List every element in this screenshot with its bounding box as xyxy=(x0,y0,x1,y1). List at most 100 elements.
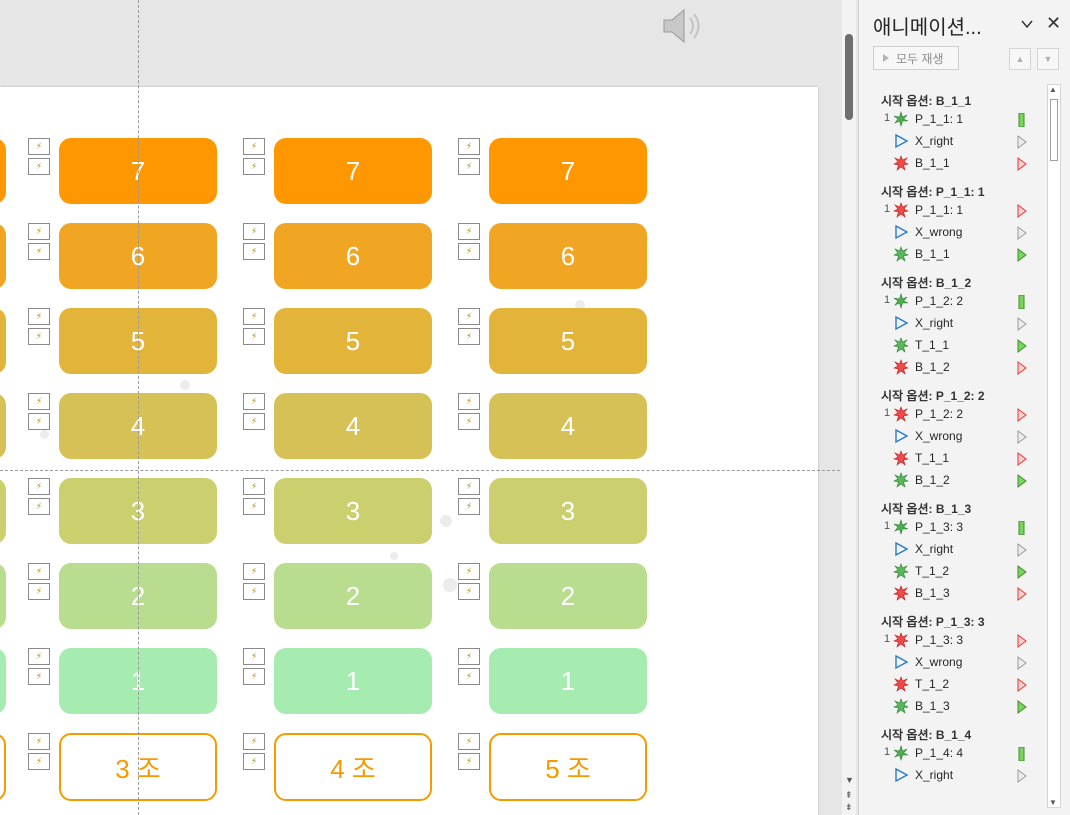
animation-item[interactable]: B_1_3 xyxy=(869,697,1047,717)
trigger-icon[interactable]: ⚡ xyxy=(243,413,265,430)
animation-item[interactable]: X_right xyxy=(869,314,1047,334)
trigger-icon[interactable]: ⚡ xyxy=(243,563,265,580)
timeline-marker-icon[interactable] xyxy=(1017,543,1027,557)
score-box-3[interactable]: 3 xyxy=(489,478,647,544)
score-box-6[interactable]: 6 xyxy=(274,223,432,289)
score-box-[interactable] xyxy=(0,648,6,714)
trigger-icon[interactable]: ⚡ xyxy=(243,583,265,600)
scroll-down-icon[interactable]: ▼ xyxy=(1049,798,1057,807)
trigger-icon[interactable]: ⚡ xyxy=(458,668,480,685)
trigger-icon[interactable]: ⚡ xyxy=(243,498,265,515)
animation-item[interactable]: T_1_1 xyxy=(869,336,1047,356)
score-box-1[interactable]: 1 xyxy=(274,648,432,714)
trigger-icon[interactable]: ⚡ xyxy=(243,308,265,325)
animation-item[interactable]: 1 P_1_3: 3 xyxy=(869,518,1047,538)
animation-item[interactable]: T_1_1 xyxy=(869,449,1047,469)
close-icon[interactable]: ✕ xyxy=(1046,14,1061,32)
trigger-icon[interactable]: ⚡ xyxy=(458,583,480,600)
team-label-box[interactable] xyxy=(0,733,6,801)
trigger-icon[interactable]: ⚡ xyxy=(243,393,265,410)
trigger-icon[interactable]: ⚡ xyxy=(458,498,480,515)
trigger-icon[interactable]: ⚡ xyxy=(243,223,265,240)
trigger-icon[interactable]: ⚡ xyxy=(243,668,265,685)
trigger-icon[interactable]: ⚡ xyxy=(28,413,50,430)
timeline-marker-icon[interactable] xyxy=(1017,408,1027,422)
animation-item[interactable]: B_1_3 xyxy=(869,584,1047,604)
scroll-down-icon[interactable]: ▼ xyxy=(845,775,854,785)
scroll-up-icon[interactable]: ▲ xyxy=(1049,85,1057,94)
trigger-icon[interactable]: ⚡ xyxy=(458,138,480,155)
timeline-marker-icon[interactable] xyxy=(1017,112,1027,128)
trigger-icon[interactable]: ⚡ xyxy=(458,308,480,325)
animation-item[interactable]: X_wrong xyxy=(869,653,1047,673)
chevron-down-icon[interactable] xyxy=(1019,16,1035,32)
score-box-[interactable] xyxy=(0,478,6,544)
move-up-button[interactable]: ▲ xyxy=(1009,48,1031,70)
animation-item[interactable]: X_wrong xyxy=(869,223,1047,243)
trigger-icon[interactable]: ⚡ xyxy=(28,243,50,260)
trigger-icon[interactable]: ⚡ xyxy=(458,648,480,665)
previous-slide-icon[interactable]: ⇞ xyxy=(845,790,853,801)
trigger-icon[interactable]: ⚡ xyxy=(458,563,480,580)
speaker-icon[interactable] xyxy=(660,6,708,46)
animation-item[interactable]: X_wrong xyxy=(869,427,1047,447)
timeline-marker-icon[interactable] xyxy=(1017,339,1027,353)
score-box-5[interactable]: 5 xyxy=(274,308,432,374)
score-box-[interactable] xyxy=(0,563,6,629)
animation-item[interactable]: 1 P_1_1: 1 xyxy=(869,201,1047,221)
trigger-icon[interactable]: ⚡ xyxy=(28,753,50,770)
score-box-7[interactable]: 7 xyxy=(274,138,432,204)
trigger-icon[interactable]: ⚡ xyxy=(458,413,480,430)
animation-item[interactable]: T_1_2 xyxy=(869,562,1047,582)
animation-item[interactable]: B_1_1 xyxy=(869,245,1047,265)
move-down-button[interactable]: ▼ xyxy=(1037,48,1059,70)
score-box-[interactable] xyxy=(0,393,6,459)
timeline-marker-icon[interactable] xyxy=(1017,520,1027,536)
trigger-group-heading[interactable]: 시작 옵션: P_1_2: 2 xyxy=(881,387,985,404)
pane-scrollbar-thumb[interactable] xyxy=(1050,99,1058,161)
editor-vertical-scrollbar[interactable]: ▼ ⇞ ⇟ xyxy=(842,0,856,815)
score-box-1[interactable]: 1 xyxy=(489,648,647,714)
animation-item[interactable]: B_1_2 xyxy=(869,358,1047,378)
trigger-icon[interactable]: ⚡ xyxy=(28,733,50,750)
trigger-icon[interactable]: ⚡ xyxy=(243,243,265,260)
trigger-icon[interactable]: ⚡ xyxy=(243,158,265,175)
play-all-button[interactable]: 모두 재생 xyxy=(873,46,959,70)
score-box-7[interactable]: 7 xyxy=(489,138,647,204)
trigger-icon[interactable]: ⚡ xyxy=(243,138,265,155)
pane-scrollbar[interactable]: ▲ ▼ xyxy=(1047,84,1061,808)
trigger-group-heading[interactable]: 시작 옵션: P_1_1: 1 xyxy=(881,183,985,200)
timeline-marker-icon[interactable] xyxy=(1017,248,1027,262)
timeline-marker-icon[interactable] xyxy=(1017,700,1027,714)
score-box-4[interactable]: 4 xyxy=(489,393,647,459)
team-label-box[interactable]: 5 조 xyxy=(489,733,647,801)
animation-item[interactable]: 1 P_1_2: 2 xyxy=(869,405,1047,425)
trigger-icon[interactable]: ⚡ xyxy=(28,393,50,410)
trigger-icon[interactable]: ⚡ xyxy=(243,328,265,345)
trigger-icon[interactable]: ⚡ xyxy=(458,223,480,240)
timeline-marker-icon[interactable] xyxy=(1017,746,1027,762)
trigger-icon[interactable]: ⚡ xyxy=(458,478,480,495)
timeline-marker-icon[interactable] xyxy=(1017,226,1027,240)
animation-item[interactable]: T_1_2 xyxy=(869,675,1047,695)
timeline-marker-icon[interactable] xyxy=(1017,204,1027,218)
trigger-icon[interactable]: ⚡ xyxy=(28,328,50,345)
timeline-marker-icon[interactable] xyxy=(1017,135,1027,149)
timeline-marker-icon[interactable] xyxy=(1017,474,1027,488)
trigger-icon[interactable]: ⚡ xyxy=(458,733,480,750)
trigger-group-heading[interactable]: 시작 옵션: B_1_2 xyxy=(881,274,971,291)
timeline-marker-icon[interactable] xyxy=(1017,157,1027,171)
score-box-6[interactable]: 6 xyxy=(489,223,647,289)
trigger-icon[interactable]: ⚡ xyxy=(28,668,50,685)
trigger-icon[interactable]: ⚡ xyxy=(243,733,265,750)
timeline-marker-icon[interactable] xyxy=(1017,452,1027,466)
trigger-icon[interactable]: ⚡ xyxy=(458,753,480,770)
trigger-icon[interactable]: ⚡ xyxy=(458,328,480,345)
timeline-marker-icon[interactable] xyxy=(1017,769,1027,783)
trigger-icon[interactable]: ⚡ xyxy=(28,583,50,600)
animation-item[interactable]: X_right xyxy=(869,540,1047,560)
score-box-[interactable] xyxy=(0,138,6,204)
trigger-icon[interactable]: ⚡ xyxy=(243,753,265,770)
trigger-icon[interactable]: ⚡ xyxy=(28,223,50,240)
score-box-[interactable] xyxy=(0,308,6,374)
